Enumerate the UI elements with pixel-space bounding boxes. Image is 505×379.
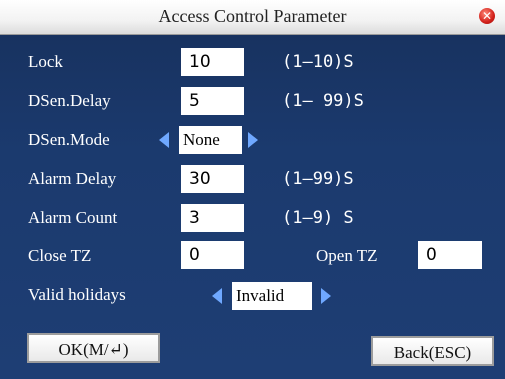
arrow-right-icon[interactable] (248, 132, 258, 148)
alarm-delay-range: (1—99)S (282, 169, 354, 189)
dsen-delay-input[interactable]: 5 (181, 87, 244, 115)
valid-holidays-select[interactable]: Invalid (232, 282, 312, 310)
open-tz-label: Open TZ (316, 246, 378, 265)
arrow-right-icon[interactable] (321, 288, 331, 304)
close-tz-input[interactable]: 0 (181, 241, 244, 269)
back-button[interactable]: Back(ESC) (371, 336, 494, 366)
lock-range: (1—10)S (282, 52, 354, 72)
alarm-count-range: (1—9) S (282, 208, 354, 228)
close-icon[interactable]: ✕ (479, 8, 495, 24)
arrow-left-icon[interactable] (159, 132, 169, 148)
valid-holidays-label: Valid holidays (28, 285, 126, 304)
close-tz-label: Close TZ (28, 246, 92, 265)
dsen-delay-range: (1— 99)S (282, 91, 364, 111)
alarm-count-label: Alarm Count (28, 208, 118, 227)
arrow-left-icon[interactable] (212, 288, 222, 304)
open-tz-input[interactable]: 0 (418, 241, 482, 269)
lock-input[interactable]: 10 (181, 48, 244, 76)
alarm-delay-input[interactable]: 30 (181, 165, 244, 193)
ok-button[interactable]: OK(M/↵) (27, 333, 160, 363)
window-title: Access Control Parameter (158, 6, 347, 26)
alarm-delay-label: Alarm Delay (28, 169, 117, 188)
dsen-mode-label: DSen.Mode (28, 130, 110, 149)
dsen-delay-label: DSen.Delay (28, 91, 111, 110)
access-control-window: Access Control Parameter ✕ Lock 10 (1—10… (0, 0, 505, 379)
lock-label: Lock (28, 52, 63, 71)
title-bar: Access Control Parameter ✕ (0, 0, 505, 35)
dsen-mode-select[interactable]: None (179, 126, 242, 154)
alarm-count-input[interactable]: 3 (181, 204, 244, 232)
